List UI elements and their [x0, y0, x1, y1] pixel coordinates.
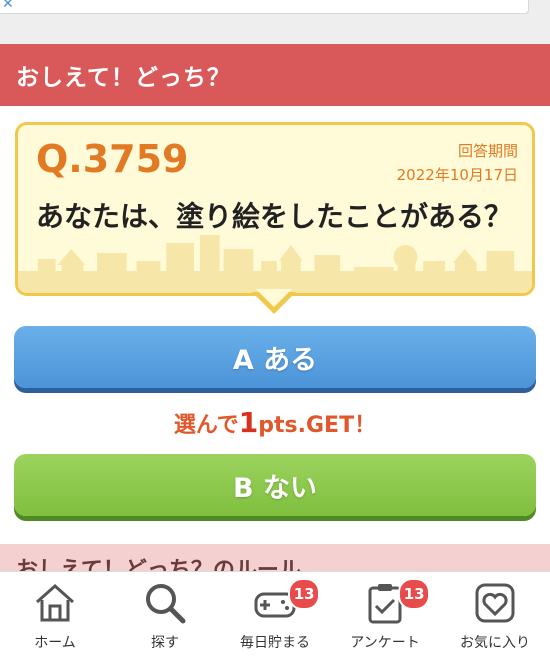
- tab-survey-label: アンケート: [350, 635, 420, 651]
- tab-survey[interactable]: 13 アンケート: [330, 572, 440, 661]
- section-title: おしえて！どっち？: [0, 44, 550, 106]
- tab-search[interactable]: 探す: [110, 572, 220, 661]
- points-message: 選んで1pts.GET！: [0, 406, 550, 439]
- answer-period-date: 2022年10月17日: [396, 166, 518, 184]
- answer-b-button[interactable]: B ない: [14, 454, 536, 516]
- notification-badge: 13: [288, 578, 321, 610]
- question-area: Q.3759 回答期間 2022年10月17日 あなたは、塗り絵をしたことがある…: [0, 106, 550, 544]
- question-card: Q.3759 回答期間 2022年10月17日 あなたは、塗り絵をしたことがある…: [15, 122, 535, 296]
- question-text: あなたは、塗り絵をしたことがある？: [36, 200, 513, 233]
- browser-top-area: ✕: [0, 0, 550, 42]
- tab-search-label: 探す: [151, 635, 179, 651]
- points-amount: 1: [238, 406, 259, 439]
- points-suffix: pts.GET！: [258, 413, 377, 438]
- tab-home[interactable]: ホーム: [0, 572, 110, 661]
- notification-badge: 13: [398, 578, 431, 610]
- rules-section-header[interactable]: おしえて！どっち？のルール: [0, 544, 550, 574]
- question-number: Q.3759: [36, 137, 189, 181]
- close-icon[interactable]: ✕: [2, 0, 14, 12]
- tab-home-label: ホーム: [34, 635, 76, 651]
- answer-a-label: A ある: [232, 344, 318, 376]
- city-skyline-illustration: [18, 235, 532, 293]
- tab-favorites-label: お気に入り: [460, 635, 530, 651]
- section-title-text: おしえて！どっち？: [16, 65, 231, 91]
- answer-b-label: B ない: [233, 472, 317, 504]
- tab-favorites[interactable]: お気に入り: [440, 572, 550, 661]
- bottom-tab-bar: ホーム 探す 13 毎日貯まる 13 アンケート お気に入り: [0, 571, 550, 661]
- search-icon: [146, 584, 186, 624]
- answer-period-label: 回答期間: [457, 142, 518, 160]
- points-prefix: 選んで: [173, 413, 239, 438]
- home-icon: [36, 583, 74, 622]
- answer-a-button[interactable]: A ある: [14, 326, 536, 388]
- tab-daily-label: 毎日貯まる: [240, 635, 310, 651]
- tab-daily[interactable]: 13 毎日貯まる: [220, 572, 330, 661]
- top-input-strip[interactable]: ✕: [0, 0, 529, 14]
- heart-icon: [475, 583, 515, 623]
- answer-period: 回答期間 2022年10月17日: [397, 139, 518, 187]
- card-pointer-inner: [256, 289, 292, 307]
